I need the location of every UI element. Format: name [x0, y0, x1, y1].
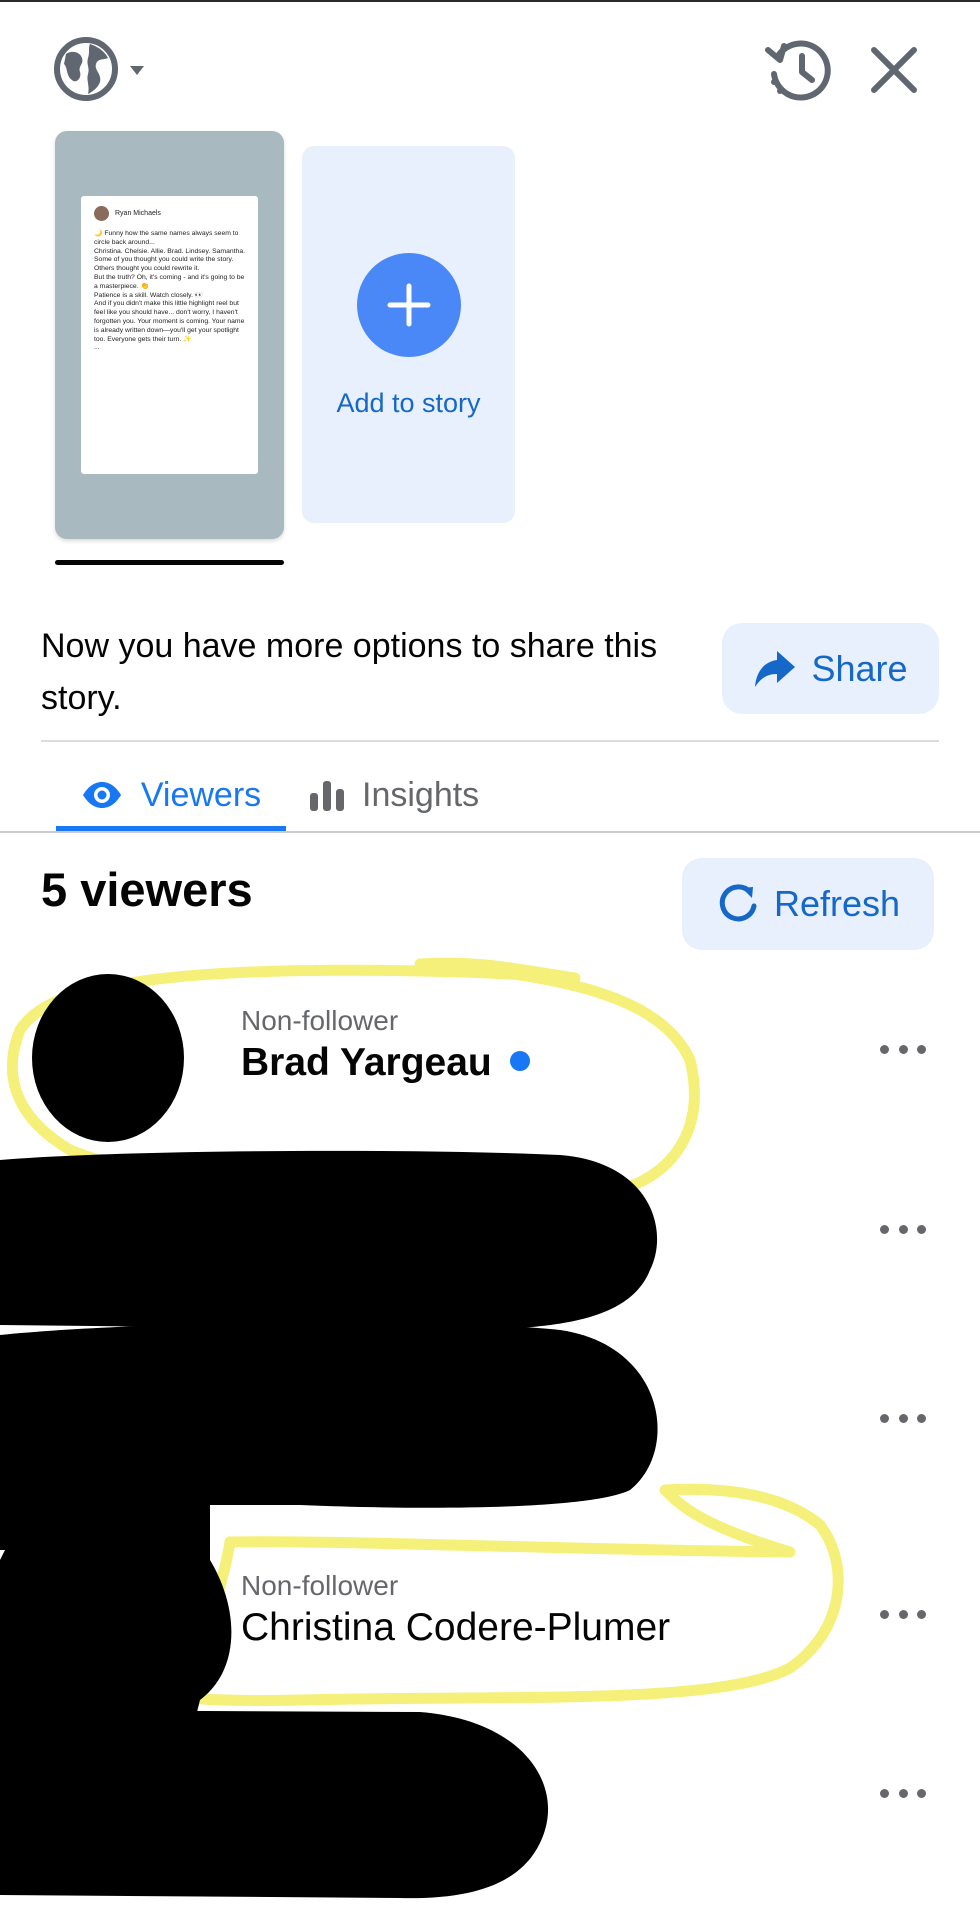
tab-insights-label: Insights — [362, 775, 480, 814]
audience-selector-button[interactable] — [52, 36, 152, 102]
refresh-button-label: Refresh — [773, 883, 901, 924]
tab-viewers[interactable]: Viewers — [56, 760, 286, 830]
refresh-icon — [719, 884, 757, 922]
tabs-divider — [0, 831, 980, 833]
add-to-story-button[interactable]: Add to story — [302, 146, 515, 523]
plus-icon — [387, 283, 431, 327]
refresh-button[interactable]: Refresh — [682, 858, 934, 950]
bar-chart-icon — [310, 781, 344, 811]
viewer-row[interactable]: Non-follower Brad Yargeau — [0, 983, 980, 1133]
section-divider — [41, 740, 939, 742]
story-text-line: But the truth? Oh, it's coming - and it'… — [94, 273, 247, 290]
story-text-line: Christina. Chelsie. Allie. Brad. Lindsey… — [94, 247, 245, 255]
share-arrow-icon — [755, 650, 796, 687]
story-text-line: Others thought you could rewrite it. — [94, 265, 200, 273]
story-author-name: Ryan Michaels — [115, 210, 161, 217]
story-text-line: Some of you thought you could write the … — [94, 256, 234, 264]
story-thumbnail[interactable]: Ryan Michaels 🌙 Funny how the same names… — [55, 131, 284, 539]
globe-icon — [54, 37, 144, 101]
add-circle — [357, 253, 461, 357]
viewer-row[interactable]: Non-follower Christina Codere-Plumer — [0, 1548, 980, 1698]
story-text-line: Patience is a skill. Watch closely. 👀 — [94, 291, 204, 299]
story-archive-button[interactable] — [764, 36, 836, 102]
tab-insights[interactable]: Insights — [308, 760, 508, 830]
viewer-relationship: Non-follower — [241, 1570, 399, 1601]
share-button[interactable]: Share — [722, 623, 939, 714]
close-button[interactable] — [864, 40, 924, 100]
viewers-count: 5 viewers — [41, 863, 253, 916]
viewer-row[interactable] — [0, 1163, 980, 1313]
eye-icon — [82, 782, 121, 808]
share-button-label: Share — [811, 647, 908, 689]
add-to-story-label: Add to story — [336, 388, 481, 418]
new-viewer-dot — [509, 1050, 530, 1071]
viewer-row[interactable] — [0, 1352, 980, 1502]
selected-story-indicator — [55, 560, 284, 565]
viewer-row[interactable] — [0, 1727, 980, 1877]
more-options-button[interactable] — [880, 1778, 926, 1808]
top-border — [0, 0, 980, 2]
viewer-name: Christina Codere-Plumer — [241, 1606, 671, 1649]
history-icon — [765, 40, 831, 101]
story-author-avatar — [94, 206, 109, 221]
more-options-button[interactable] — [880, 1214, 926, 1244]
story-text-card: Ryan Michaels 🌙 Funny how the same names… — [81, 196, 258, 474]
viewer-name: Brad Yargeau — [241, 1041, 530, 1085]
close-icon — [871, 47, 917, 93]
share-description: Now you have more options to share this … — [41, 627, 658, 717]
viewer-relationship: Non-follower — [241, 1005, 399, 1036]
story-text-line: ... — [94, 344, 100, 352]
more-options-button[interactable] — [880, 1034, 926, 1064]
more-options-button[interactable] — [880, 1403, 926, 1433]
story-text-line: And if you didn't make this little highl… — [94, 300, 247, 343]
story-text-line: 🌙 Funny how the same names always seem t… — [94, 230, 241, 246]
viewer-name-text: Brad Yargeau — [241, 1041, 492, 1084]
tab-viewers-label: Viewers — [140, 775, 262, 814]
more-options-button[interactable] — [880, 1599, 926, 1629]
